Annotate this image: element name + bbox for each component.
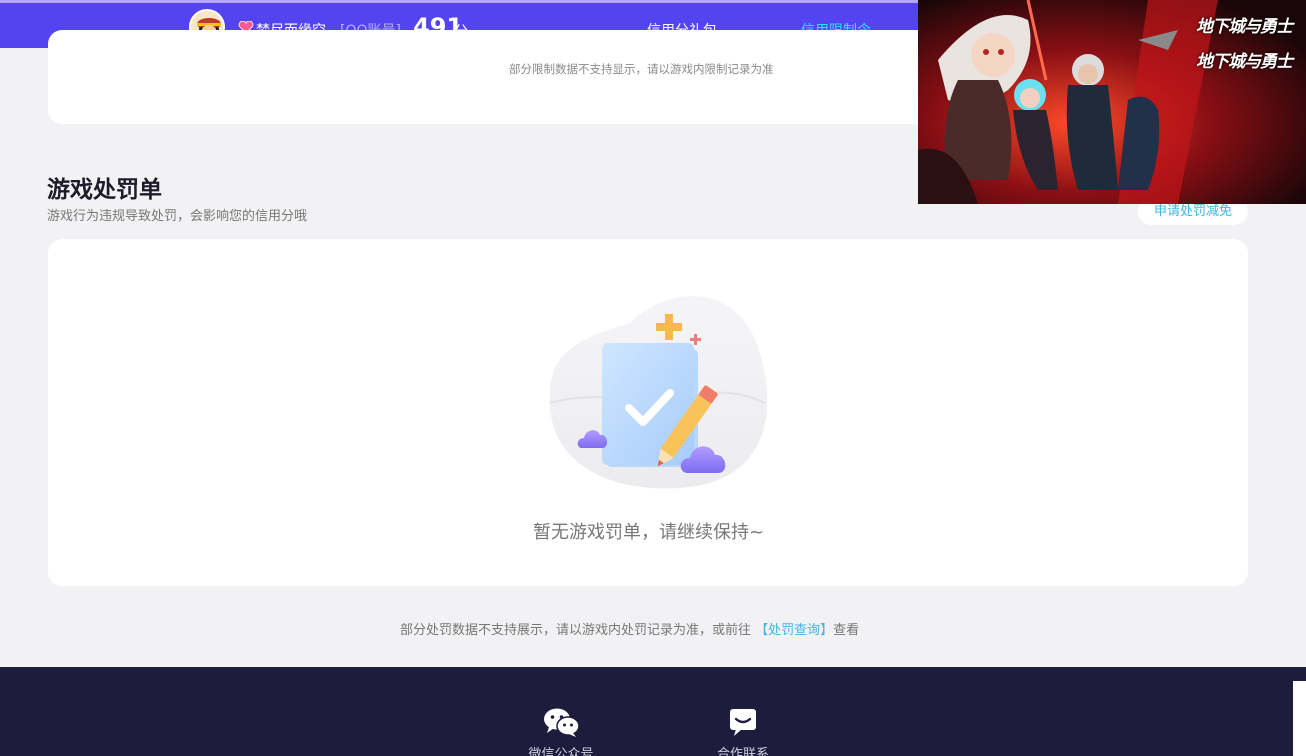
penalty-note-text: 部分处罚数据不支持展示，请以游戏内处罚记录为准，或前往 [400,623,752,638]
penalty-note-suffix: 查看 [833,623,860,638]
footer-contact-label: 合作联系 [716,747,769,756]
footer: 微信公众号 合作联系 [0,667,1306,756]
limit-records-note: 部分限制数据不支持显示，请以游戏内限制记录为准 [509,62,774,76]
penalty-section-title: 游戏处罚单 [47,177,162,203]
game-logo-text-secondary: 地下城与勇士 [1196,52,1293,72]
chat-bubble-icon [730,709,756,736]
empty-state-message: 暂无游戏罚单，请继续保持~ [533,522,765,543]
penalty-section-subtitle: 游戏行为违规导致处罚，会影响您的信用分哦 [47,209,308,224]
footer-wechat-official[interactable]: 微信公众号 [516,707,606,756]
penalty-query-link[interactable]: 【处罚查询】 [755,623,833,638]
side-float-tab[interactable] [1293,681,1306,756]
empty-state-illustration [549,295,768,489]
game-ad-banner[interactable]: 地下城与勇士 地下城与勇士 [918,0,1306,204]
wechat-icon [544,708,580,737]
penalty-records-note: 部分处罚数据不支持展示，请以游戏内处罚记录为准，或前往 【处罚查询】查看 [400,619,859,638]
footer-wechat-label: 微信公众号 [528,747,594,756]
game-logo-text: 地下城与勇士 [1196,17,1293,37]
footer-business-contact[interactable]: 合作联系 [698,707,788,756]
